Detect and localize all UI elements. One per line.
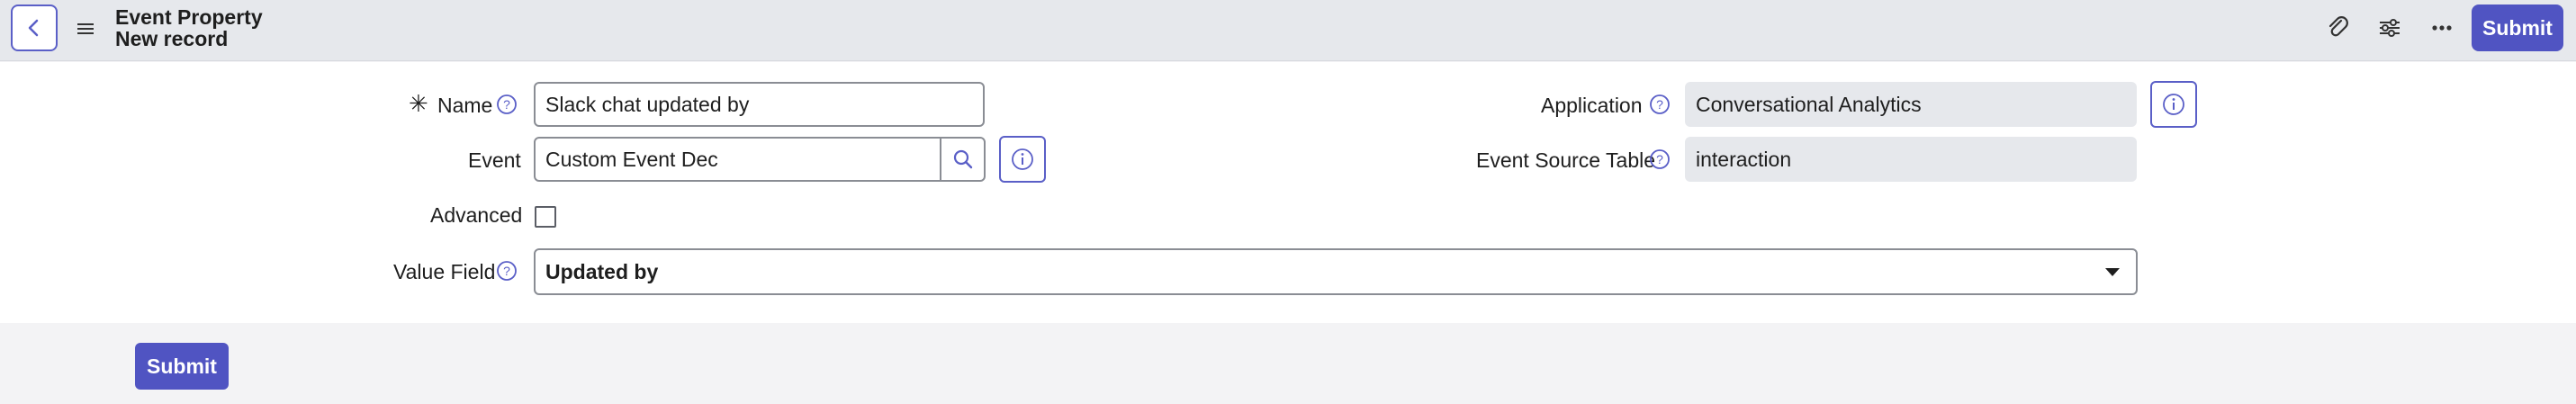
application-help-icon[interactable]: ? <box>1649 94 1671 115</box>
event-input[interactable]: Custom Event Dec <box>534 137 941 182</box>
submit-button-top[interactable]: Submit <box>2472 4 2563 51</box>
value-field-help-icon[interactable]: ? <box>496 260 518 282</box>
required-indicator-icon: ✳ <box>409 90 428 117</box>
more-horizontal-icon[interactable] <box>2428 13 2455 43</box>
info-icon <box>1012 148 1033 170</box>
page-title: Event Property New record <box>115 6 263 49</box>
event-lookup-button[interactable] <box>941 137 986 182</box>
application-label: Application <box>1541 94 1643 117</box>
value-field-select[interactable]: Updated by <box>534 248 2138 295</box>
page-title-line2: New record <box>115 27 229 50</box>
event-source-table-field: interaction <box>1685 137 2137 182</box>
svg-text:?: ? <box>503 97 510 112</box>
sliders-icon[interactable] <box>2376 13 2403 43</box>
value-field-selected: Updated by <box>545 259 659 283</box>
event-source-table-label: Event Source Table <box>1476 148 1656 172</box>
back-arrow-icon <box>28 19 39 37</box>
value-field-label: Value Field <box>393 260 496 283</box>
name-label: Name <box>437 94 493 117</box>
advanced-label: Advanced <box>430 203 523 227</box>
paperclip-icon[interactable] <box>2324 13 2351 43</box>
event-label: Event <box>468 148 521 172</box>
info-icon <box>2163 94 2184 115</box>
submit-button-bottom[interactable]: Submit <box>135 343 229 390</box>
event-source-table-help-icon[interactable]: ? <box>1649 148 1671 170</box>
chevron-down-icon <box>2105 268 2120 276</box>
form-section: ✳ Name ? Slack chat updated by Event Cus… <box>0 62 2576 323</box>
search-icon <box>953 149 972 169</box>
application-field: Conversational Analytics <box>1685 82 2137 127</box>
page-title-line1: Event Property <box>115 5 263 29</box>
hamburger-menu-icon[interactable] <box>76 20 97 38</box>
svg-text:?: ? <box>1656 152 1663 166</box>
application-info-button[interactable] <box>2150 81 2197 128</box>
name-input[interactable]: Slack chat updated by <box>534 82 985 127</box>
advanced-checkbox[interactable] <box>535 206 556 228</box>
header-bar: Event Property New record Submit <box>0 0 2576 61</box>
event-info-button[interactable] <box>999 136 1046 183</box>
svg-text:?: ? <box>1656 97 1663 112</box>
name-help-icon[interactable]: ? <box>496 94 518 115</box>
svg-text:?: ? <box>503 264 510 278</box>
back-button[interactable] <box>11 4 58 51</box>
